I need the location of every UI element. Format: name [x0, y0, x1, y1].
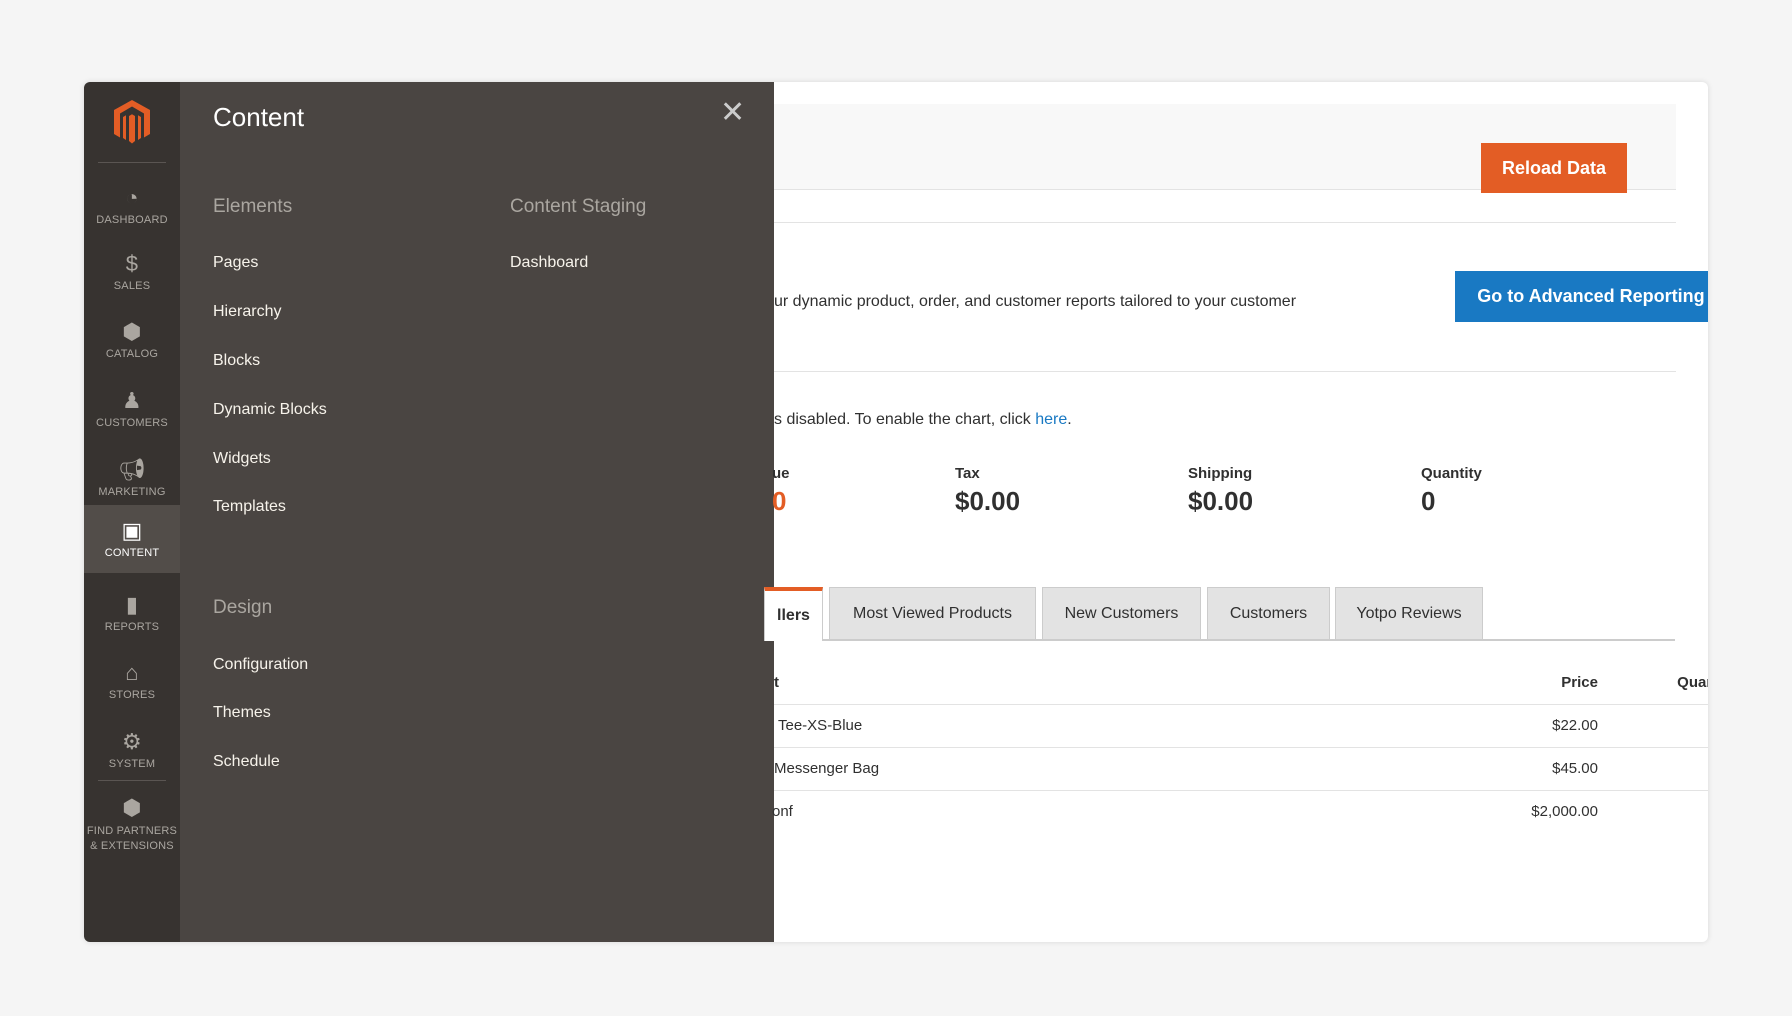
store-icon: ⌂	[125, 660, 139, 685]
tab-most-viewed-products[interactable]: Most Viewed Products	[829, 587, 1036, 640]
nav-reports[interactable]: ▮ Reports	[84, 585, 180, 645]
dashboard-main: Reload Data ur dynamic product, order, a…	[764, 82, 1708, 942]
tab-yotpo-reviews[interactable]: Yotpo Reviews	[1335, 587, 1483, 640]
dashboard-icon: ◔	[125, 185, 139, 210]
tab-customers[interactable]: Customers	[1207, 587, 1330, 640]
nav-dashboard[interactable]: ◔ Dashboard	[84, 178, 180, 238]
layout-icon: ▣	[121, 518, 143, 543]
divider	[774, 371, 1676, 372]
menu-item-hierarchy[interactable]: Hierarchy	[213, 303, 281, 321]
table-row[interactable]: Messenger Bag$45.005	[774, 748, 1708, 791]
nav-catalog[interactable]: ⬢ Catalog	[84, 312, 180, 372]
enable-chart-link[interactable]: here	[1035, 411, 1067, 428]
content-flyout-menu: Content ✕ Elements Pages Hierarchy Block…	[180, 82, 774, 942]
menu-item-blocks[interactable]: Blocks	[213, 352, 260, 370]
menu-item-widgets[interactable]: Widgets	[213, 450, 271, 468]
divider	[98, 780, 166, 781]
dollar-icon: $	[125, 251, 139, 276]
page-actions-bar: Reload Data	[774, 104, 1676, 193]
nav-stores[interactable]: ⌂ Stores	[84, 653, 180, 713]
advanced-reporting-button[interactable]: Go to Advanced Reporting↗	[1455, 271, 1708, 322]
nav-content[interactable]: ▣ Content	[84, 505, 180, 573]
megaphone-icon: 📢︎	[117, 457, 147, 482]
menu-item-configuration[interactable]: Configuration	[213, 656, 308, 674]
group-design: Design	[213, 597, 273, 618]
stat-revenue: ue 0	[772, 465, 790, 516]
group-content-staging: Content Staging	[510, 196, 647, 217]
menu-item-schedule[interactable]: Schedule	[213, 753, 280, 771]
table-header: tPriceQuantity	[774, 662, 1708, 705]
menu-item-themes[interactable]: Themes	[213, 704, 271, 722]
admin-sidebar: ◔ Dashboard $ Sales ⬢ Catalog ♟ Customers 📢︎…	[84, 82, 180, 942]
box-icon: ⬢	[122, 319, 142, 344]
divider	[774, 222, 1676, 223]
dashboard-tabs: llers Most Viewed Products New Customers…	[764, 587, 1675, 641]
menu-item-dynamic-blocks[interactable]: Dynamic Blocks	[213, 401, 327, 419]
bar-chart-icon: ▮	[125, 592, 139, 617]
admin-window: ◔ Dashboard $ Sales ⬢ Catalog ♟ Customers 📢︎…	[84, 82, 1708, 942]
nav-sales[interactable]: $ Sales	[84, 244, 180, 304]
tab-new-customers[interactable]: New Customers	[1042, 587, 1201, 640]
nav-customers[interactable]: ♟ Customers	[84, 381, 180, 441]
gear-icon: ⚙	[122, 729, 142, 754]
stat-shipping: Shipping $0.00	[1188, 465, 1254, 516]
chart-disabled-message: s disabled. To enable the chart, click h…	[774, 411, 1072, 428]
table-row[interactable]: Tee-XS-Blue$22.0012	[774, 705, 1708, 748]
menu-item-pages[interactable]: Pages	[213, 254, 258, 272]
divider	[98, 162, 166, 163]
nav-find-partners[interactable]: ⬢ Find Partners & Extensions	[84, 788, 180, 858]
table-row[interactable]: onf$2,000.001	[772, 791, 1708, 834]
group-elements: Elements	[213, 196, 293, 217]
magento-logo[interactable]	[110, 98, 154, 146]
close-icon[interactable]: ✕	[720, 98, 745, 128]
stat-quantity: Quantity 0	[1421, 465, 1482, 516]
person-icon: ♟	[122, 388, 142, 413]
menu-item-templates[interactable]: Templates	[213, 498, 286, 516]
nav-marketing[interactable]: 📢︎ Marketing	[84, 450, 180, 510]
flyout-title: Content	[213, 102, 305, 132]
menu-item-staging-dashboard[interactable]: Dashboard	[510, 254, 588, 272]
nav-system[interactable]: ⚙ System	[84, 722, 180, 782]
stat-tax: Tax $0.00	[955, 465, 1021, 516]
advanced-reporting-text: ur dynamic product, order, and customer …	[774, 293, 1297, 310]
cube-icon: ⬢	[122, 795, 142, 820]
reload-data-button[interactable]: Reload Data	[1481, 143, 1627, 193]
tab-bestsellers[interactable]: llers	[764, 587, 823, 641]
